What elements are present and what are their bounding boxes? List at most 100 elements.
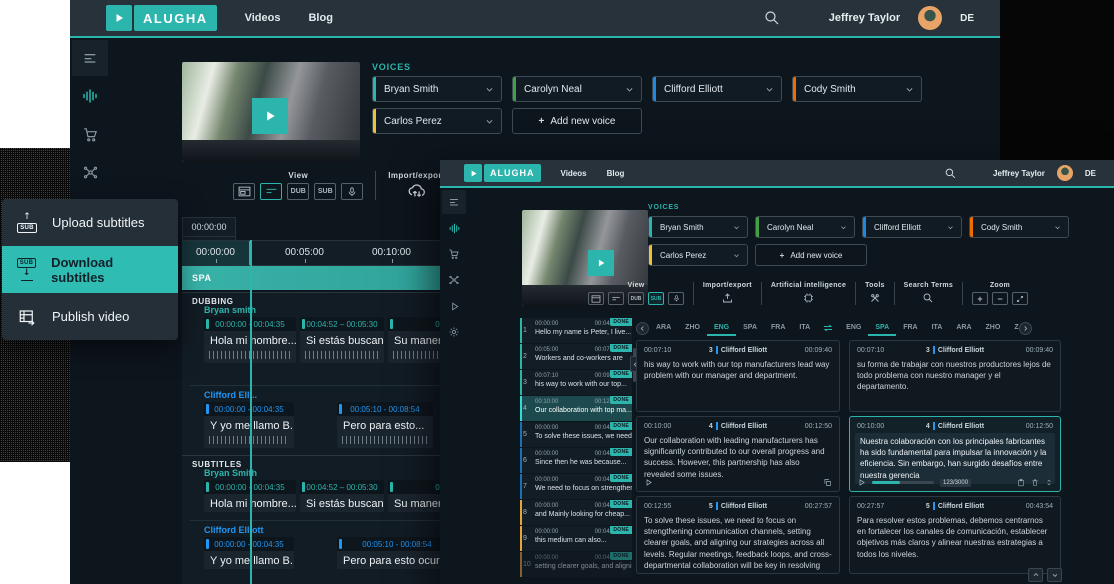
voice-dropdown-bryan[interactable]: Bryan Smith (372, 76, 502, 102)
nav-videos[interactable]: Videos (245, 12, 281, 24)
playhead[interactable] (250, 240, 252, 584)
layout-view-button[interactable] (233, 183, 255, 200)
tabs-scroll-left[interactable] (636, 322, 649, 335)
layout-view-button[interactable] (588, 292, 604, 305)
voice-dropdown-clifford[interactable]: Clifford Elliott (862, 216, 962, 238)
tab-spa-active[interactable]: SPA (868, 320, 896, 336)
search-icon[interactable] (763, 9, 781, 27)
subtitle-card-spa-3[interactable]: 00:07:103Clifford Elliott00:09:40 su for… (849, 340, 1061, 412)
alugha-logo[interactable]: ALUGHA (464, 164, 541, 182)
alugha-logo[interactable]: ALUGHA (106, 5, 217, 31)
network-icon[interactable] (442, 268, 466, 292)
tab-fra[interactable]: FRA (764, 320, 792, 336)
mixer-icon[interactable] (442, 190, 466, 214)
sub-view-button[interactable]: SUB (648, 292, 664, 305)
voice-dropdown-clifford[interactable]: Clifford Elliott (652, 76, 782, 102)
tab-eng-2[interactable]: ENG (839, 320, 868, 336)
subtitle-card-eng-3[interactable]: 00:07:103Clifford Elliott00:09:40 his wa… (636, 340, 840, 412)
list-item[interactable]: 8DONE00:00:0000:04:50and Mainly looking … (520, 500, 632, 525)
ai-chip-icon[interactable] (802, 292, 815, 304)
menu-item-upload-subtitles[interactable]: ↑SUB Upload subtitles (2, 199, 178, 246)
language-selector[interactable]: DE (960, 13, 974, 24)
voice-dropdown-cody[interactable]: Cody Smith (792, 76, 922, 102)
network-icon[interactable] (72, 154, 108, 190)
fullscreen-button[interactable] (1012, 292, 1028, 305)
list-item[interactable]: 1DONE00:00:0000:04:58Hello my name is Pe… (520, 318, 632, 343)
pager-up-button[interactable] (1028, 568, 1043, 582)
tab-zho-2[interactable]: ZHO (979, 320, 1008, 336)
nav-videos[interactable]: Videos (561, 169, 587, 178)
search-icon[interactable] (944, 167, 957, 180)
dub-view-button[interactable]: DUB (287, 183, 309, 200)
menu-item-publish-video[interactable]: Publish video (2, 293, 178, 340)
timeline-view-button[interactable] (260, 183, 282, 200)
zoom-out-button[interactable]: − (992, 292, 1008, 305)
card-text[interactable]: Para resolver estos problemas, debemos c… (850, 513, 1060, 562)
list-item[interactable]: 7DONE00:00:0000:04:50We need to focus on… (520, 474, 632, 499)
voice-dropdown-carlos[interactable]: Carlos Perez (372, 108, 502, 134)
voice-dropdown-carlos[interactable]: Carlos Perez (648, 244, 748, 266)
card-text[interactable]: Our collaboration with leading manufactu… (637, 433, 839, 482)
tab-ita[interactable]: ITA (792, 320, 817, 336)
swap-languages-icon[interactable] (822, 323, 834, 333)
tab-ita-2[interactable]: ITA (925, 320, 950, 336)
list-item-selected[interactable]: 4DONE00:10:0000:12:50Our collaboration w… (520, 396, 632, 421)
dub-view-button[interactable]: DUB (628, 292, 644, 305)
add-new-voice-button[interactable]: +Add new voice (755, 244, 867, 266)
card-text[interactable]: his way to work with our top manufacture… (637, 357, 839, 383)
dub-cue[interactable]: 00:04:52 – 00:05:30 Si estás buscan... (300, 317, 384, 363)
tab-clipped[interactable]: Z (1007, 320, 1018, 336)
search-terms-icon[interactable] (922, 292, 934, 304)
waveform-icon[interactable] (72, 78, 108, 114)
subtitle-card-spa-4-selected[interactable]: 00:10:004Clifford Elliott00:12:50 Nuestr… (849, 416, 1061, 492)
mic-view-button[interactable] (668, 292, 684, 305)
subtitle-card-eng-5[interactable]: 00:12:555Clifford Elliott00:27:57 To sol… (636, 496, 840, 574)
cloud-sync-icon[interactable] (407, 183, 427, 198)
voice-dropdown-bryan[interactable]: Bryan Smith (648, 216, 748, 238)
sub-view-button[interactable]: SUB (314, 183, 336, 200)
menu-item-download-subtitles[interactable]: SUB↓ Download subtitles (2, 246, 178, 293)
sub-cue[interactable]: 00:00:00 - 00:04:35 Y yo me llamo B... (204, 537, 294, 569)
video-play-button[interactable] (588, 250, 614, 276)
tab-ara[interactable]: ARA (649, 320, 678, 336)
copy-icon[interactable] (823, 478, 832, 487)
user-name[interactable]: Jeffrey Taylor (993, 169, 1045, 178)
nav-blog[interactable]: Blog (308, 12, 332, 24)
list-item[interactable]: 9DONE00:00:0000:04:50this medium can als… (520, 526, 632, 551)
list-item[interactable]: 2DONE00:05:0000:07:10Workers and co-work… (520, 344, 632, 369)
card-text-editing[interactable]: Nuestra colaboración con los principales… (855, 433, 1055, 484)
zoom-in-button[interactable]: + (972, 292, 988, 305)
trash-icon[interactable] (1031, 478, 1039, 487)
waveform-icon[interactable] (442, 216, 466, 240)
audio-progress-bar[interactable] (872, 481, 934, 484)
card-text[interactable]: su forma de trabajar con nuestros produc… (850, 357, 1060, 395)
tabs-scroll-right[interactable] (1019, 322, 1032, 335)
tab-zho[interactable]: ZHO (678, 320, 707, 336)
video-play-button[interactable] (252, 98, 288, 134)
sub-cue[interactable]: 00:04:52 – 00:05:30 Si estás buscan... (300, 480, 384, 512)
play-cue-icon[interactable] (644, 478, 653, 487)
subtitle-card-spa-5[interactable]: 00:27:575Clifford Elliott00:43:54 Para r… (849, 496, 1061, 574)
tab-ara-2[interactable]: ARA (949, 320, 978, 336)
play-section-icon[interactable] (442, 294, 466, 318)
tools-icon[interactable] (869, 292, 881, 304)
nav-blog[interactable]: Blog (607, 169, 625, 178)
play-cue-icon[interactable] (857, 478, 866, 487)
language-selector[interactable]: DE (1085, 169, 1096, 178)
cart-icon[interactable] (72, 116, 108, 152)
user-name[interactable]: Jeffrey Taylor (829, 12, 900, 24)
user-avatar[interactable] (918, 6, 942, 30)
list-item[interactable]: 6DONE00:00:0000:04:50Since then he was b… (520, 448, 632, 473)
voice-dropdown-cody[interactable]: Cody Smith (969, 216, 1069, 238)
upload-icon[interactable] (721, 292, 734, 304)
card-text[interactable]: To solve these issues, we need to focus … (637, 513, 839, 574)
dub-cue[interactable]: 00:05:10 - 00:08:54 Pero para esto... (337, 402, 433, 448)
sub-cue[interactable]: 00:05:10 - 00:08:54 Pero para esto ocurr… (337, 537, 457, 569)
list-item[interactable]: 3DONE00:07:1000:09:40his way to work wit… (520, 370, 632, 395)
tab-spa[interactable]: SPA (736, 320, 764, 336)
dub-cue[interactable]: 00:00:00 - 00:04:35 Y yo me llamo B... (204, 402, 294, 448)
list-item[interactable]: 10DONE00:00:0000:04:50setting clearer go… (520, 552, 632, 577)
gear-icon[interactable] (442, 320, 466, 344)
voice-dropdown-carolyn[interactable]: Carolyn Neal (512, 76, 642, 102)
voice-dropdown-carolyn[interactable]: Carolyn Neal (755, 216, 855, 238)
